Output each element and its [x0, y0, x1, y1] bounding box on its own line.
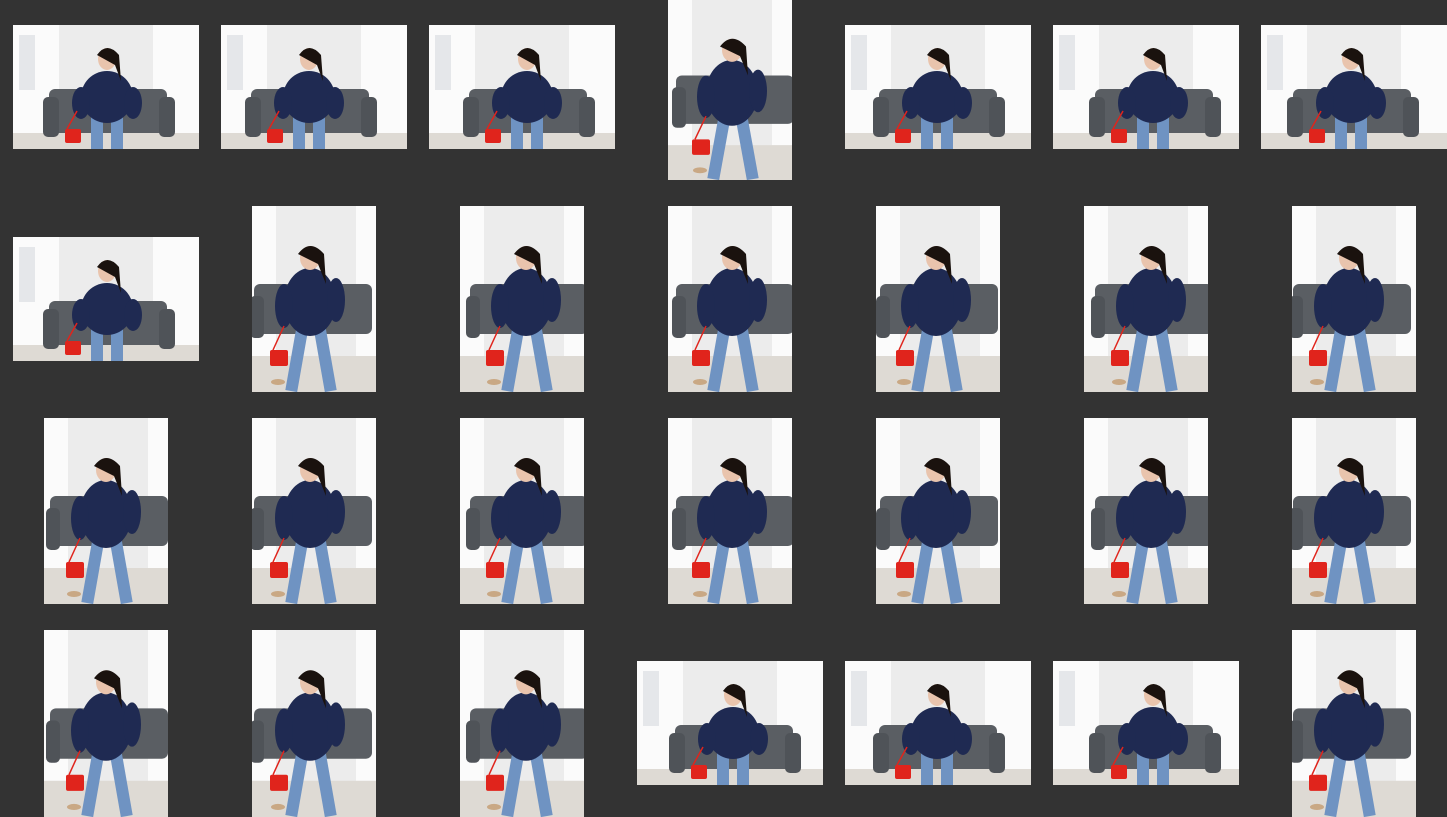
photo-image: [1261, 25, 1447, 149]
photo-thumbnail[interactable]: [44, 630, 168, 817]
photo-thumbnail[interactable]: [460, 418, 584, 604]
photo-thumbnail[interactable]: [429, 25, 615, 149]
photo-image: [252, 630, 376, 817]
photo-thumbnail[interactable]: [845, 25, 1031, 149]
photo-image: [13, 237, 199, 361]
photo-image: [637, 661, 823, 785]
photo-thumbnail[interactable]: [460, 206, 584, 392]
photo-image: [845, 661, 1031, 785]
photo-image: [221, 25, 407, 149]
photo-image: [252, 206, 376, 392]
photo-thumbnail[interactable]: [13, 25, 199, 149]
photo-thumbnail[interactable]: [13, 237, 199, 361]
photo-thumbnail[interactable]: [252, 418, 376, 604]
photo-thumbnail[interactable]: [44, 418, 168, 604]
photo-thumbnail[interactable]: [637, 661, 823, 785]
photo-image: [668, 0, 792, 180]
photo-image: [876, 206, 1000, 392]
photo-thumbnail[interactable]: [1084, 206, 1208, 392]
photo-image: [44, 418, 168, 604]
photo-image: [668, 206, 792, 392]
photo-image: [845, 25, 1031, 149]
photo-image: [44, 630, 168, 817]
photo-thumbnail[interactable]: [1053, 661, 1239, 785]
photo-image: [1053, 661, 1239, 785]
photo-image: [13, 25, 199, 149]
photo-thumbnail[interactable]: [668, 418, 792, 604]
photo-image: [1084, 418, 1208, 604]
photo-thumbnail[interactable]: [1292, 630, 1416, 817]
photo-thumbnail[interactable]: [252, 630, 376, 817]
photo-image: [460, 630, 584, 817]
photo-image: [460, 206, 584, 392]
photo-image: [252, 418, 376, 604]
photo-thumbnail[interactable]: [460, 630, 584, 817]
photo-thumbnail[interactable]: [1292, 206, 1416, 392]
photo-thumbnail[interactable]: [1053, 25, 1239, 149]
photo-image: [1292, 630, 1416, 817]
photo-thumbnail[interactable]: [221, 25, 407, 149]
photo-thumbnail[interactable]: [1084, 418, 1208, 604]
photo-thumbnail[interactable]: [845, 661, 1031, 785]
photo-image: [1292, 418, 1416, 604]
photo-thumbnail[interactable]: [876, 418, 1000, 604]
photo-image: [1084, 206, 1208, 392]
photo-image: [1053, 25, 1239, 149]
photo-image: [429, 25, 615, 149]
photo-thumbnail[interactable]: [668, 206, 792, 392]
photo-image: [460, 418, 584, 604]
photo-thumbnail[interactable]: [876, 206, 1000, 392]
photo-image: [668, 418, 792, 604]
photo-thumbnail[interactable]: [1292, 418, 1416, 604]
photo-thumbnail[interactable]: [1261, 25, 1447, 149]
photo-thumbnail[interactable]: [668, 0, 792, 180]
photo-image: [1292, 206, 1416, 392]
photo-thumbnail[interactable]: [252, 206, 376, 392]
photo-grid: [0, 0, 1447, 817]
photo-image: [876, 418, 1000, 604]
